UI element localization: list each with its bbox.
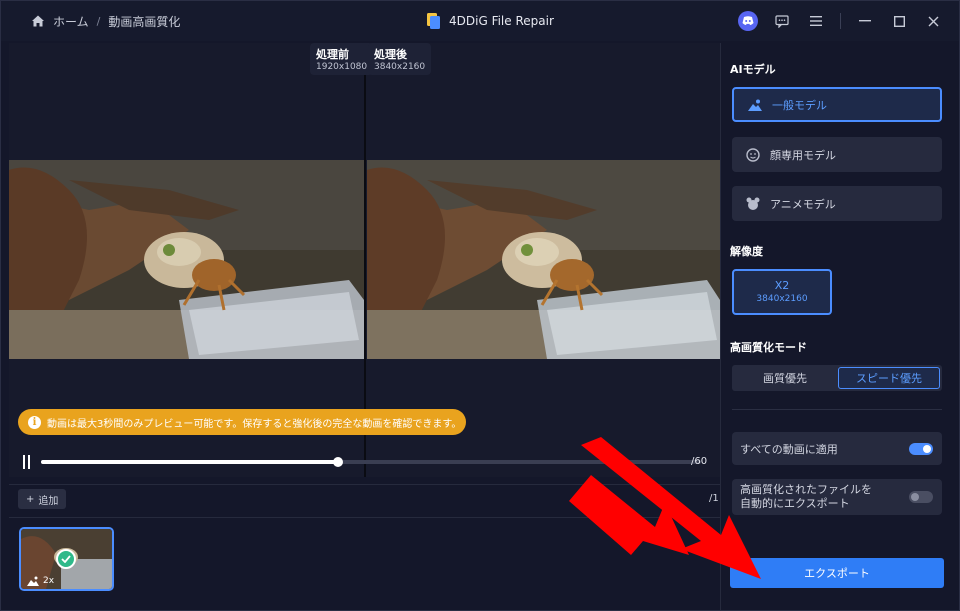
discord-icon[interactable] [738, 11, 758, 31]
thumbnail-label: 2x [27, 576, 54, 586]
app-title-group: 4DDiG File Repair [425, 1, 554, 41]
model-general-label: 一般モデル [772, 98, 827, 112]
mode-speed-option[interactable]: スピード優先 [838, 367, 940, 389]
app-window: ホーム / 動画高画質化 4DDiG File Repair 処理前 1920x… [0, 0, 960, 611]
resolution-size: 3840x2160 [756, 294, 808, 304]
model-anime-label: アニメモデル [770, 197, 836, 211]
apply-all-row: すべての動画に適用 [732, 432, 942, 465]
mode-quality-option[interactable]: 画質優先 [734, 367, 836, 389]
maximize-icon[interactable] [889, 11, 909, 31]
controls-divider [840, 13, 841, 29]
apply-all-toggle[interactable] [909, 442, 933, 455]
title-bar: ホーム / 動画高画質化 4DDiG File Repair [1, 1, 959, 41]
pause-button[interactable] [23, 455, 35, 469]
notice-text: 動画は最大3秒間のみプレビュー可能です。保存すると強化後の完全な動画を確認できま… [47, 418, 462, 430]
resolution-title: 解像度 [730, 245, 763, 258]
before-resolution: 1920x1080 [316, 62, 368, 72]
mode-title: 高画質化モード [730, 341, 807, 354]
landscape-icon [27, 576, 39, 586]
mode-selector: 画質優先 スピード優先 [732, 365, 942, 391]
preview-after-frame [367, 160, 720, 359]
model-face-label: 顔専用モデル [770, 148, 836, 162]
model-general-button[interactable]: 一般モデル [732, 87, 942, 122]
home-icon[interactable] [31, 14, 45, 28]
add-button[interactable]: + 追加 [18, 489, 67, 509]
playback-progress [41, 460, 338, 464]
add-label: 追加 [38, 495, 59, 507]
resolution-x2-button[interactable]: X2 3840x2160 [732, 269, 832, 315]
model-face-button[interactable]: 顔専用モデル [732, 137, 942, 172]
preview-notice: i 動画は最大3秒間のみプレビュー可能です。保存すると強化後の完全な動画を確認で… [18, 409, 466, 435]
playback-knob[interactable] [333, 457, 343, 467]
close-icon[interactable] [923, 11, 943, 31]
after-resolution: 3840x2160 [374, 62, 426, 72]
breadcrumb: ホーム / 動画高画質化 [31, 1, 180, 41]
ai-model-title: AIモデル [730, 63, 776, 76]
minimize-icon[interactable] [855, 11, 875, 31]
menu-icon[interactable] [806, 11, 826, 31]
before-label: 処理前 [316, 48, 349, 61]
auto-export-row: 高画質化されたファイルを 自動的にエクスポート [732, 479, 942, 515]
landscape-icon [748, 99, 762, 111]
anime-icon [746, 197, 760, 210]
face-icon [746, 147, 760, 162]
after-label: 処理後 [374, 48, 407, 61]
thumbnail-scale: 2x [43, 576, 55, 586]
export-button[interactable]: エクスポート [730, 558, 944, 588]
app-title: 4DDiG File Repair [449, 14, 554, 28]
feedback-icon[interactable] [772, 11, 792, 31]
video-thumbnail[interactable]: 2x [19, 527, 114, 591]
resolution-scale: X2 [774, 279, 790, 292]
after-tag: 処理後 3840x2160 [368, 43, 432, 75]
breadcrumb-home[interactable]: ホーム [53, 13, 89, 30]
red-arrow-annotation [569, 437, 761, 579]
auto-export-toggle[interactable] [909, 491, 933, 503]
info-icon: i [28, 415, 41, 429]
breadcrumb-current: 動画高画質化 [108, 14, 181, 29]
window-controls [738, 1, 943, 41]
app-logo-icon [427, 13, 440, 29]
model-anime-button[interactable]: アニメモデル [732, 186, 942, 221]
breadcrumb-separator: / [96, 14, 101, 28]
check-icon [56, 549, 76, 569]
section-divider [732, 409, 942, 410]
preview-before-frame [9, 160, 364, 359]
plus-icon: + [26, 493, 35, 505]
before-tag: 処理前 1920x1080 [310, 43, 374, 75]
